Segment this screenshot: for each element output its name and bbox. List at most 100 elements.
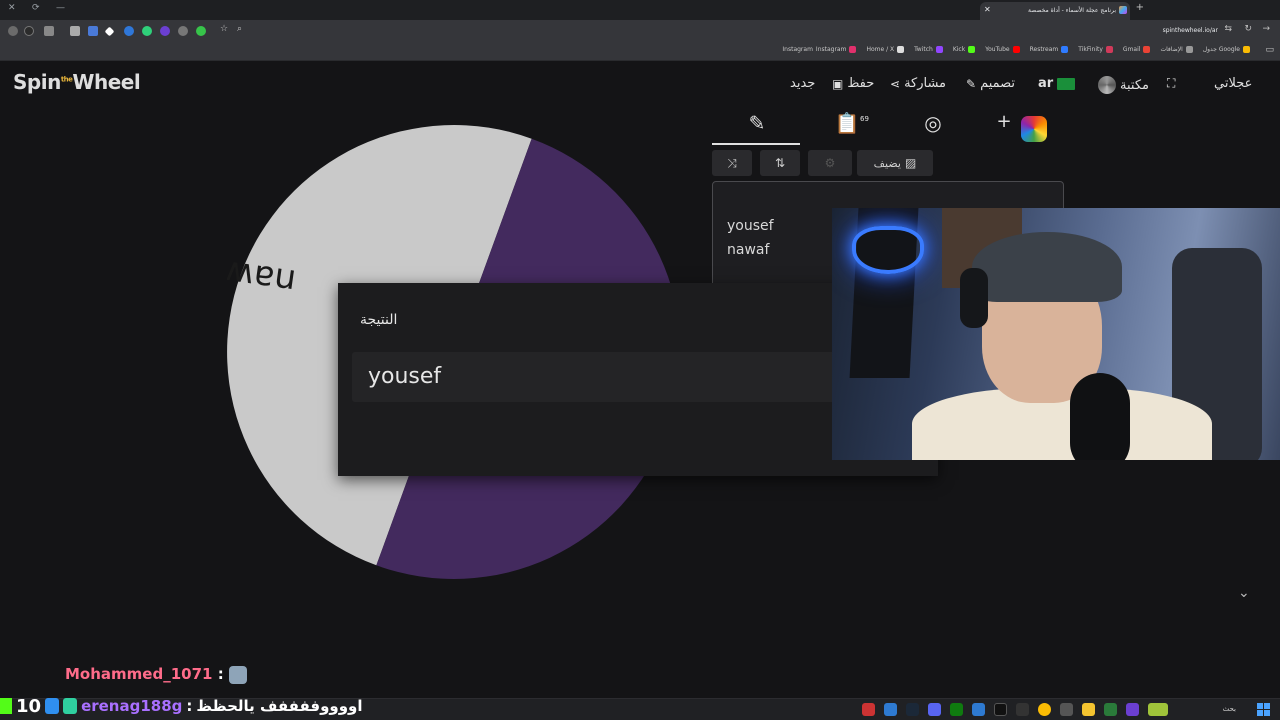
pencil-icon: ✎ xyxy=(748,111,766,135)
dialog-title: النتيجة xyxy=(360,312,398,328)
eye-off-icon: ◎ xyxy=(924,111,942,135)
extension-icon[interactable] xyxy=(88,26,98,36)
restore-window-icon[interactable]: ⟳ xyxy=(32,3,40,13)
bookmark-extensions[interactable]: الإضافات xyxy=(1160,46,1193,53)
fullscreen-button[interactable]: ⛶ xyxy=(1167,76,1175,91)
windows-start-icon[interactable] xyxy=(1257,703,1270,716)
nav-library-button[interactable]: مكتبة xyxy=(1098,76,1149,94)
bookmark-x[interactable]: Home / X xyxy=(866,46,905,53)
sword-badge-icon xyxy=(45,698,60,714)
result-value: yousef xyxy=(368,364,442,389)
app-icon[interactable] xyxy=(884,703,897,716)
sort-button[interactable]: ⇅ xyxy=(760,150,800,176)
reload-icon[interactable]: ↻ xyxy=(1244,24,1252,34)
bookmark-restream[interactable]: Restream xyxy=(1030,46,1069,53)
extension-icon[interactable] xyxy=(44,26,54,36)
x-icon xyxy=(897,46,905,53)
app-icon[interactable] xyxy=(1104,703,1117,716)
shuffle-button[interactable]: ⤨ xyxy=(712,150,752,176)
url-text[interactable]: spinthewheel.io/ar xyxy=(1163,27,1218,34)
streamer-cap xyxy=(972,232,1122,302)
bookmark-tikfinity[interactable]: TikFinity xyxy=(1078,46,1113,53)
chat-message: Mohammed_1071 : xyxy=(65,665,247,684)
puzzle-icon xyxy=(1185,46,1193,53)
list-item: nawaf xyxy=(727,242,770,258)
steam-icon[interactable] xyxy=(906,703,919,716)
extension-icon[interactable] xyxy=(8,26,18,36)
chrome-icon[interactable] xyxy=(1038,703,1051,716)
kick-icon xyxy=(0,698,12,714)
app-icon[interactable] xyxy=(1016,703,1029,716)
bookmark-youtube[interactable]: YouTube xyxy=(985,46,1020,53)
settings-button[interactable]: ⚙ xyxy=(808,150,852,176)
nav-new-button[interactable]: جديد xyxy=(790,76,815,91)
tab-edit[interactable]: ✎ xyxy=(742,111,772,143)
nav-fast-button[interactable]: عجلاتي xyxy=(1214,76,1252,91)
chevron-down-icon[interactable]: ⌄ xyxy=(1238,585,1250,601)
tab-entries[interactable]: 📋 xyxy=(832,111,862,143)
instagram-icon xyxy=(849,46,857,53)
extension-icon[interactable] xyxy=(160,26,170,36)
site-logo[interactable]: SpintheWheel xyxy=(13,70,141,94)
list-item: yousef xyxy=(727,218,774,234)
app-icon[interactable] xyxy=(1148,703,1168,716)
zoom-icon[interactable]: ⌕ xyxy=(237,24,242,34)
app-icon[interactable] xyxy=(972,703,985,716)
streamer-webcam xyxy=(832,208,1280,460)
discord-icon[interactable] xyxy=(928,703,941,716)
tiktok-icon[interactable] xyxy=(994,703,1007,716)
shield-icon[interactable] xyxy=(142,26,152,36)
folder-icon[interactable]: ▭ xyxy=(1265,45,1274,55)
extension-icon[interactable] xyxy=(104,26,115,37)
plus-icon: + xyxy=(996,111,1012,132)
xbox-icon[interactable] xyxy=(950,703,963,716)
twitch-icon xyxy=(935,46,943,53)
chat-username: Mohammed_1071 xyxy=(65,665,213,683)
extension-icon[interactable] xyxy=(196,26,206,36)
taskbar-search[interactable]: بحث xyxy=(1223,705,1236,713)
bookmark-star-icon[interactable]: ☆ xyxy=(220,24,228,34)
save-icon: ▣ xyxy=(832,76,844,91)
bookmark-google-sheets[interactable]: جدول Google xyxy=(1203,46,1250,53)
tab-close-icon[interactable]: ✕ xyxy=(984,5,991,14)
chat-username: erenag188g xyxy=(81,697,183,715)
color-theme-icon[interactable] xyxy=(1021,116,1047,142)
gear-icon: ⚙ xyxy=(824,156,836,170)
share-icon: ⋖ xyxy=(890,76,901,91)
bookmark-twitch[interactable]: Twitch xyxy=(914,46,943,53)
nav-design-button[interactable]: ✎ تصميم xyxy=(966,76,1015,91)
language-select[interactable]: ar xyxy=(1038,76,1076,91)
chat-emote-icon xyxy=(228,665,247,684)
extension-icon[interactable] xyxy=(178,26,188,36)
back-icon[interactable]: → xyxy=(1262,24,1270,34)
app-icon[interactable] xyxy=(1126,703,1139,716)
extension-icon[interactable] xyxy=(124,26,134,36)
bookmark-kick[interactable]: Kick xyxy=(953,46,976,53)
nav-save-button[interactable]: ▣ حفظ xyxy=(832,76,874,91)
add-image-button[interactable]: يضيف ▨ xyxy=(857,150,933,176)
folder-icon[interactable] xyxy=(1082,703,1095,716)
tab-title: برنامج عجلة الأسماء - أداة مخصصة xyxy=(1027,7,1116,14)
bookmark-instagram[interactable]: Instagram Instagram xyxy=(782,46,857,53)
browser-tab-active[interactable]: برنامج عجلة الأسماء - أداة مخصصة ✕ xyxy=(980,2,1130,20)
bookmark-gmail[interactable]: Gmail xyxy=(1123,46,1151,53)
bookmarks-bar: Instagram Instagram Home / X Twitch Kick … xyxy=(0,42,1280,61)
headset xyxy=(960,268,988,328)
new-tab-icon[interactable]: + xyxy=(1136,2,1144,13)
browser-address-bar: ☆ ⌕ spinthewheel.io/ar ⇆ ↻ → xyxy=(0,20,1280,42)
fullscreen-icon: ⛶ xyxy=(1167,76,1176,90)
youtube-icon xyxy=(1012,46,1020,53)
app-icon[interactable] xyxy=(862,703,875,716)
site-settings-icon[interactable]: ⇆ xyxy=(1224,24,1232,34)
pencil-icon: ✎ xyxy=(966,76,977,91)
nav-share-button[interactable]: ⋖ مشاركة xyxy=(890,76,946,91)
extension-icon[interactable] xyxy=(70,26,80,36)
kick-icon xyxy=(968,46,976,53)
extension-icon[interactable] xyxy=(24,26,34,36)
app-icon[interactable] xyxy=(1060,703,1073,716)
shuffle-icon: ⤨ xyxy=(727,155,737,170)
close-window-icon[interactable]: ✕ xyxy=(8,3,16,13)
add-wheel-button[interactable]: + xyxy=(996,111,1012,143)
tab-hide[interactable]: ◎ xyxy=(918,111,948,143)
minimize-window-icon[interactable]: — xyxy=(56,3,65,13)
